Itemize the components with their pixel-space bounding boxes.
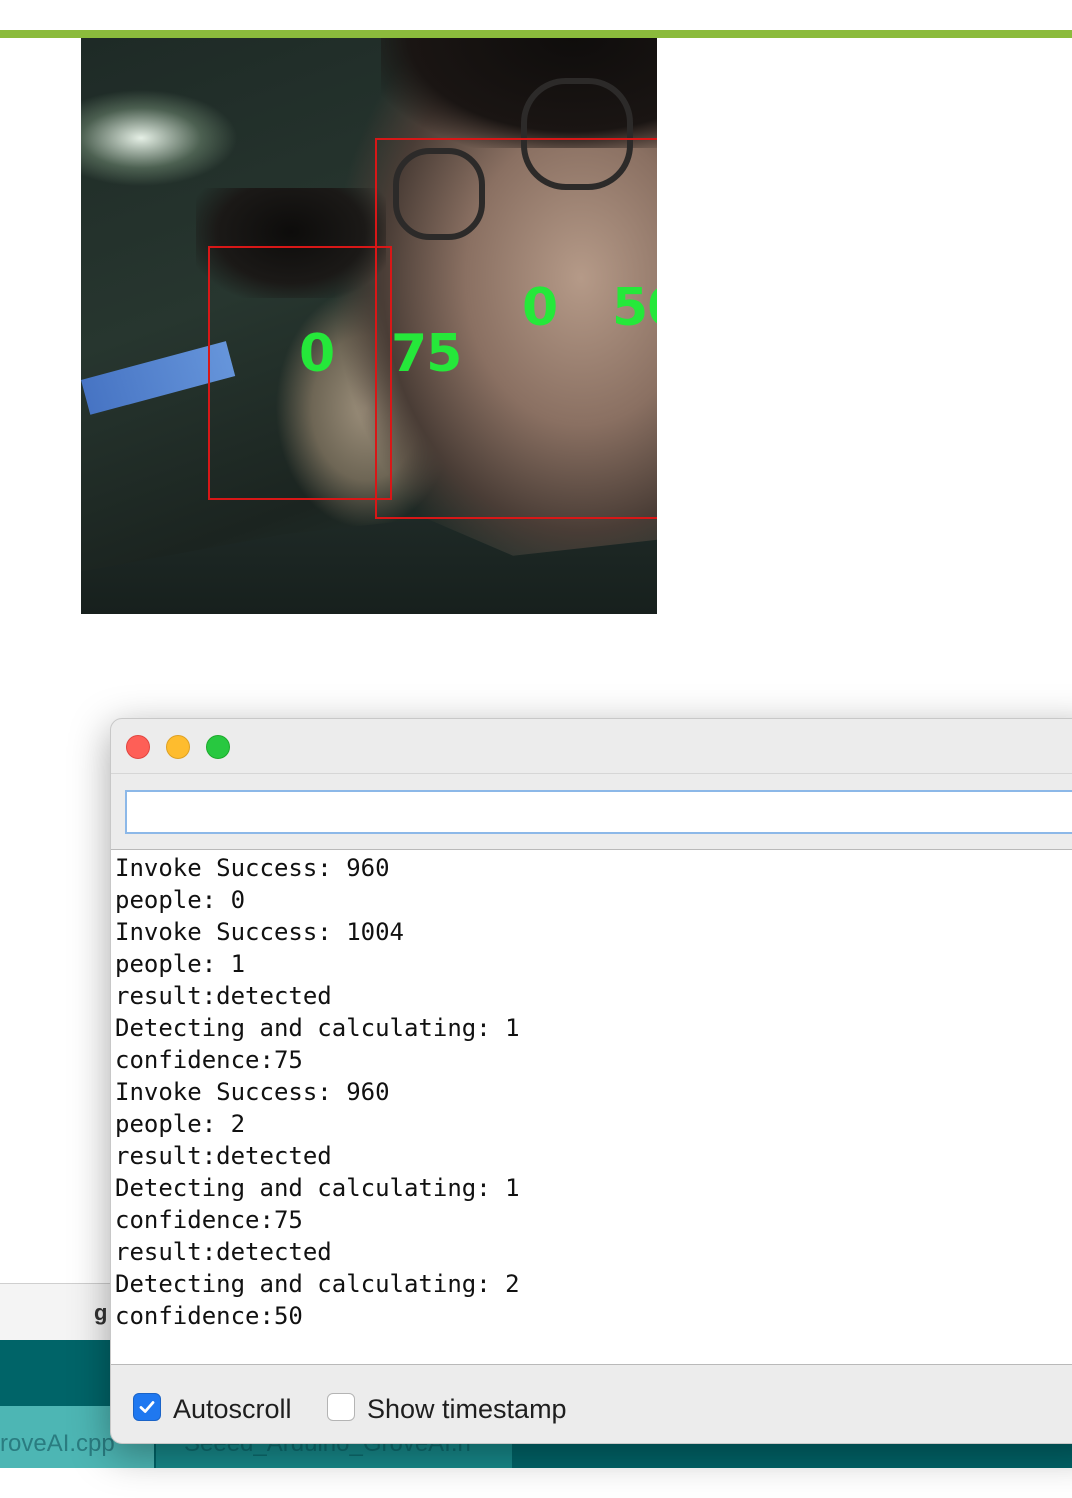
serial-output[interactable]: Invoke Success: 960 people: 0 Invoke Succe…	[111, 849, 1072, 1365]
serial-line: result:detected	[115, 982, 332, 1010]
show-timestamp-label[interactable]: Show timestamp	[367, 1393, 567, 1425]
serial-send-input[interactable]	[125, 790, 1072, 834]
serial-line: Invoke Success: 960	[115, 854, 390, 882]
serial-line: Detecting and calculating: 1	[115, 1014, 520, 1042]
detection-2-label: 0	[522, 278, 558, 338]
serial-monitor-window: Invoke Success: 960 people: 0 Invoke Succe…	[110, 718, 1072, 1444]
serial-line: people: 1	[115, 950, 246, 978]
minimize-icon[interactable]	[166, 735, 190, 759]
top-accent-bar	[0, 30, 1072, 38]
serial-line: Invoke Success: 1004	[115, 918, 404, 946]
serial-line: Detecting and calculating: 2	[115, 1270, 520, 1298]
maximize-icon[interactable]	[206, 735, 230, 759]
autoscroll-label[interactable]: Autoscroll	[173, 1393, 292, 1425]
serial-line: Invoke Success: 960	[115, 1078, 390, 1106]
serial-line: confidence:75	[115, 1206, 303, 1234]
serial-line: people: 0	[115, 886, 246, 914]
serial-line: confidence:50	[115, 1302, 303, 1330]
title-bar[interactable]	[111, 719, 1072, 774]
checkmark-icon	[139, 1401, 155, 1413]
show-timestamp-checkbox[interactable]	[327, 1393, 355, 1421]
detection-1-score: 75	[391, 324, 462, 384]
serial-line: result:detected	[115, 1238, 332, 1266]
serial-line: confidence:75	[115, 1046, 303, 1074]
close-icon[interactable]	[126, 735, 150, 759]
serial-options-bar: Autoscroll Show timestamp	[111, 1365, 1072, 1443]
camera-shirt-region	[81, 518, 657, 614]
camera-frame-image: 0 75 0 50	[81, 38, 657, 614]
detection-2-score: 50	[612, 278, 657, 338]
serial-line: Detecting and calculating: 1	[115, 1174, 520, 1202]
serial-line: people: 2	[115, 1110, 246, 1138]
ide-toolbar-text: g	[94, 1300, 108, 1325]
serial-line: result:detected	[115, 1142, 332, 1170]
autoscroll-checkbox[interactable]	[133, 1393, 161, 1421]
detection-1-label: 0	[299, 324, 335, 384]
